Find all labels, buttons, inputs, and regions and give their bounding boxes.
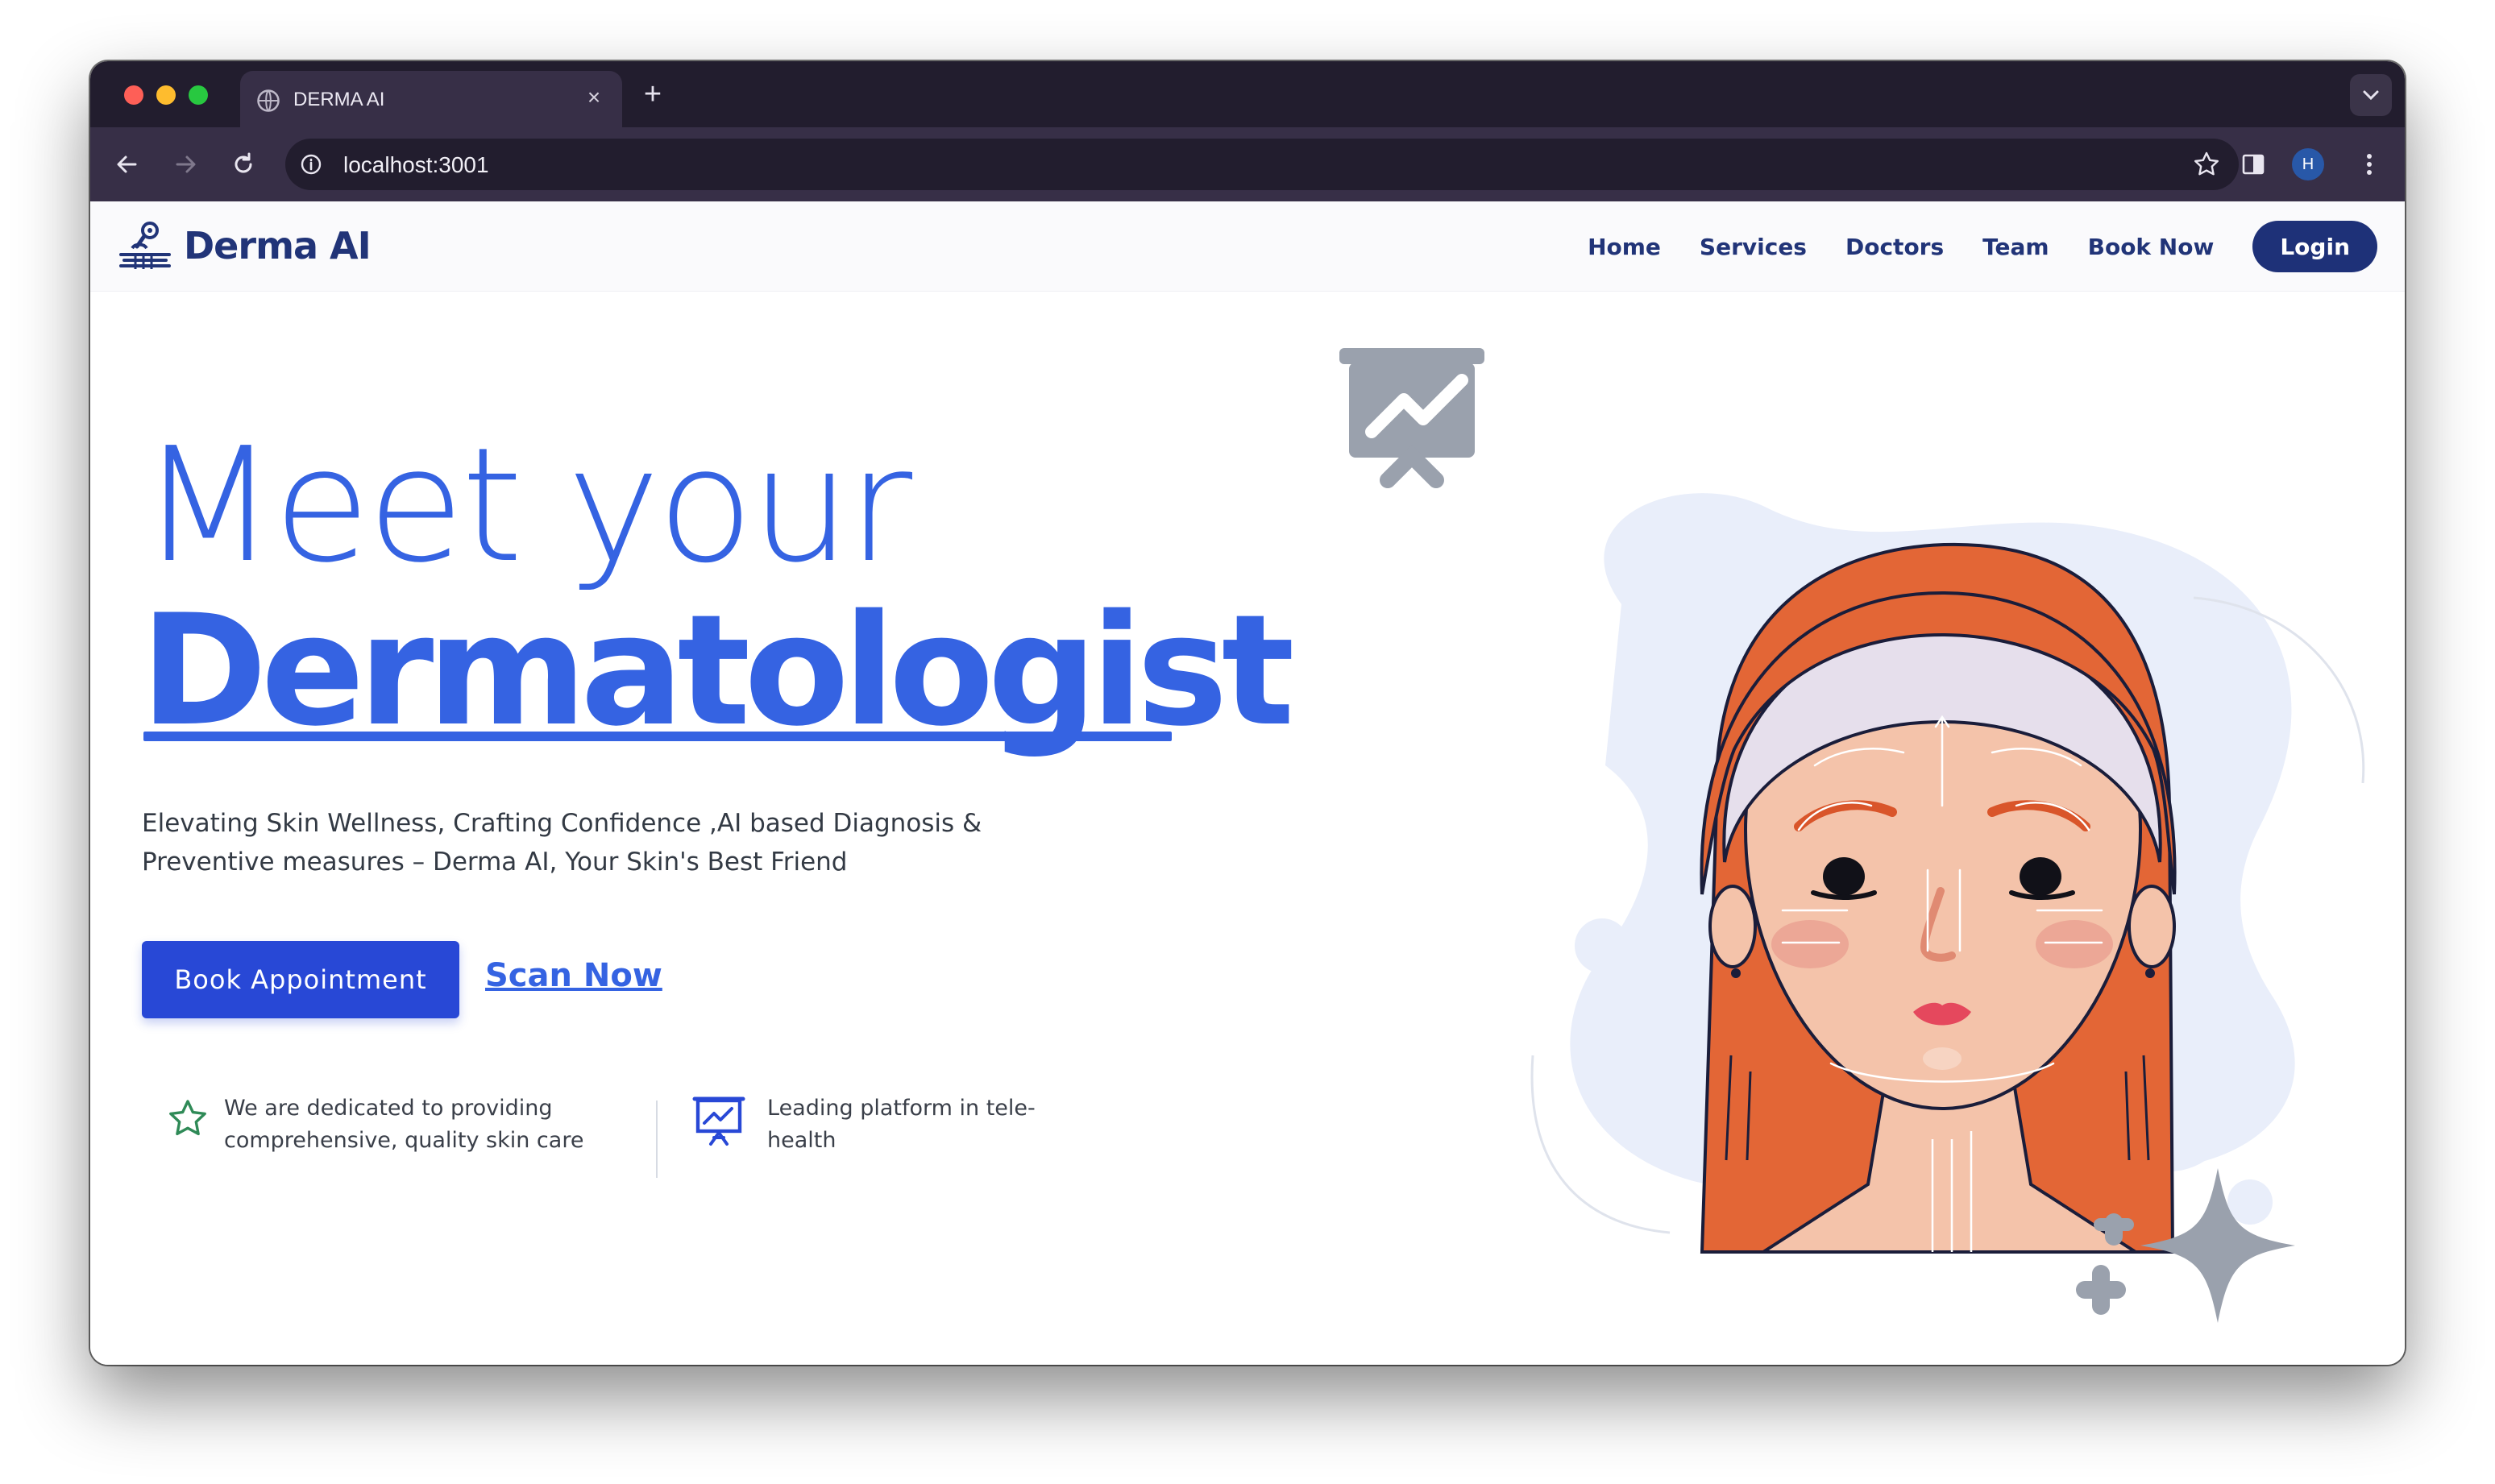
minimize-window-button[interactable] (156, 85, 176, 105)
scan-now-link[interactable]: Scan Now (485, 957, 662, 994)
url-text: localhost:3001 (343, 152, 489, 177)
book-appointment-button[interactable]: Book Appointment (142, 941, 459, 1018)
feature-telehealth-line2: health (767, 1128, 837, 1153)
star-icon (169, 1100, 206, 1136)
derma-logo-icon[interactable] (118, 219, 172, 274)
hero-title-line2: Dermatologist (140, 582, 1295, 760)
brand-name[interactable]: Derma AI (184, 224, 372, 267)
browser-tab[interactable]: DERMA AI × (240, 71, 622, 127)
hero-title-line1: Meet your (140, 414, 912, 598)
presentation-board-icon (1339, 348, 1484, 488)
maximize-window-button[interactable] (189, 85, 208, 105)
close-window-button[interactable] (124, 85, 143, 105)
browser-window: DERMA AI × + localhost:3001 H Derma AI H… (90, 61, 2405, 1365)
site-info-icon[interactable] (298, 151, 324, 177)
back-arrow-icon[interactable] (110, 147, 145, 182)
web-page: Derma AI Home Services Doctors Team Book… (90, 201, 2405, 1365)
kebab-menu-icon[interactable] (2352, 147, 2387, 182)
profile-avatar[interactable]: H (2292, 148, 2324, 180)
forward-arrow-icon[interactable] (168, 147, 203, 182)
feature-quality-care-line2: comprehensive, quality skin care (224, 1128, 584, 1153)
globe-icon (257, 89, 280, 112)
hero-subtitle-line2: Preventive measures – Derma AI, Your Ski… (142, 848, 848, 877)
hero-underline (143, 732, 1172, 741)
hero-subtitle-line1: Elevating Skin Wellness, Crafting Confid… (142, 809, 982, 838)
tab-close-icon[interactable]: × (580, 84, 608, 111)
presentation-chart-icon (692, 1096, 745, 1146)
feature-divider (656, 1101, 658, 1178)
dermatology-illustration (1339, 348, 2365, 1323)
side-panel-icon[interactable] (2236, 147, 2271, 182)
bookmark-star-icon[interactable] (2192, 150, 2221, 179)
tab-search-button[interactable] (2350, 74, 2392, 116)
reload-icon[interactable] (226, 147, 261, 182)
new-tab-button[interactable]: + (635, 77, 670, 113)
feature-telehealth-line1: Leading platform in tele- (767, 1096, 1036, 1121)
feature-quality-care-line1: We are dedicated to providing (224, 1096, 553, 1121)
tab-bar: DERMA AI × + (90, 61, 2405, 127)
hero-subtitle: Elevating Skin Wellness, Crafting Confid… (142, 804, 1028, 881)
woman-face-illustration (1700, 542, 2177, 1254)
chevron-down-icon (2363, 90, 2379, 101)
address-bar[interactable]: localhost:3001 (285, 139, 2239, 190)
browser-toolbar: localhost:3001 H (90, 127, 2405, 201)
tab-title: DERMA AI (293, 89, 385, 110)
